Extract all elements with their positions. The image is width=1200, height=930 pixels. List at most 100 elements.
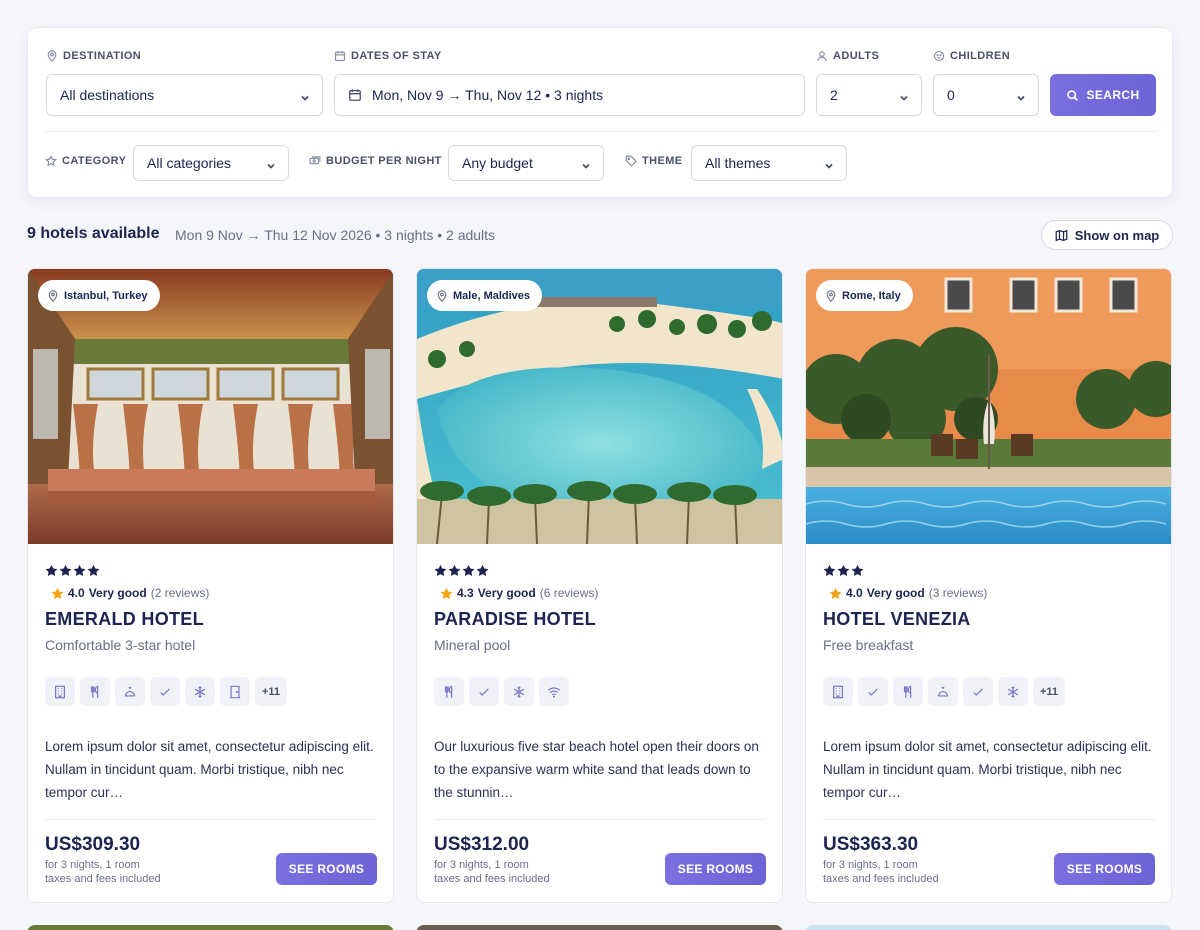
door-icon: [220, 677, 250, 706]
star-icon: [45, 564, 58, 577]
card-divider: [823, 819, 1154, 820]
hotel-name[interactable]: EMERALD HOTEL: [45, 609, 204, 630]
star-icon: [837, 564, 850, 577]
category-select[interactable]: All categories: [133, 145, 289, 181]
children-label: CHILDREN: [933, 50, 1010, 62]
chevron-down-icon: [581, 158, 591, 169]
hotel-description: Lorem ipsum dolor sit amet, consectetur …: [823, 739, 1152, 800]
more-amenities-badge[interactable]: +11: [255, 677, 287, 706]
children-select[interactable]: 0: [933, 74, 1039, 116]
hotel-card-emerald[interactable]: Istanbul, Turkey 4.0 Very good (2 reviews…: [27, 268, 394, 903]
destination-select[interactable]: All destinations: [46, 74, 323, 116]
hotel-card-venezia[interactable]: Rome, Italy 4.0 Very good (3 reviews) HOT…: [805, 268, 1172, 903]
location-pin-icon: [47, 290, 59, 302]
location-badge: Istanbul, Turkey: [38, 280, 160, 311]
check-icon: [963, 677, 993, 706]
chevron-down-icon: [300, 90, 310, 101]
hotel-price: US$312.00: [434, 834, 530, 855]
restaurant-icon: [434, 677, 464, 706]
hotel-card-paradise[interactable]: Male, Maldives 4.3 Very good (6 reviews) …: [416, 268, 783, 903]
hotel-rating: 4.0 Very good (2 reviews): [51, 586, 209, 600]
star-icon: [87, 564, 100, 577]
star-icon: [73, 564, 86, 577]
location-badge: Rome, Italy: [816, 280, 913, 311]
search-panel: DESTINATION All destinations DATES OF ST…: [27, 27, 1173, 198]
check-icon: [858, 677, 888, 706]
theme-label: THEME: [625, 155, 683, 167]
search-icon: [1067, 89, 1079, 101]
hotel-price: US$309.30: [45, 834, 141, 855]
amenity-list: +11: [823, 677, 1065, 706]
user-icon: [817, 51, 827, 61]
star-icon: [476, 564, 489, 577]
hotel-price: US$363.30: [823, 834, 919, 855]
see-rooms-button[interactable]: SEE ROOMS: [276, 853, 377, 885]
hotel-stars: [434, 564, 489, 577]
dates-input[interactable]: Mon, Nov 9 → Thu, Nov 12 • 3 nights: [334, 74, 805, 116]
see-rooms-button[interactable]: SEE ROOMS: [665, 853, 766, 885]
dates-label: DATES OF STAY: [334, 50, 442, 62]
amenity-list: [434, 677, 569, 706]
card-divider: [434, 819, 765, 820]
chevron-down-icon: [899, 90, 909, 101]
card-divider: [45, 819, 376, 820]
search-button[interactable]: SEARCH: [1050, 74, 1156, 116]
rating-star-icon: [51, 587, 64, 600]
hotel-rating: 4.3 Very good (6 reviews): [440, 586, 598, 600]
price-note: for 3 nights, 1 room taxes and fees incl…: [823, 859, 939, 885]
destination-label: DESTINATION: [46, 50, 141, 62]
star-icon: [434, 564, 447, 577]
hotel-description: Our luxurious five star beach hotel open…: [434, 739, 759, 800]
building-icon: [823, 677, 853, 706]
results-count: 9 hotels available: [27, 225, 160, 242]
adults-label: ADULTS: [816, 50, 879, 62]
category-label: CATEGORY: [45, 155, 126, 167]
star-outline-icon: [45, 155, 57, 167]
price-note: for 3 nights, 1 room taxes and fees incl…: [45, 859, 161, 885]
check-icon: [150, 677, 180, 706]
results-meta: Mon 9 Nov → Thu 12 Nov 2026 • 3 nights •…: [175, 227, 496, 243]
location-badge: Male, Maldives: [427, 280, 543, 311]
location-pin-icon: [825, 290, 837, 302]
hotel-subtitle: Comfortable 3-star hotel: [45, 637, 196, 653]
hotel-subtitle: Free breakfast: [823, 637, 914, 653]
hotel-name[interactable]: HOTEL VENEZIA: [823, 609, 971, 630]
budget-select[interactable]: Any budget: [448, 145, 604, 181]
hotel-stars: [823, 564, 864, 577]
budget-label: BUDGET PER NIGHT: [309, 155, 442, 167]
adults-select[interactable]: 2: [816, 74, 922, 116]
hotel-description: Lorem ipsum dolor sit amet, consectetur …: [45, 739, 374, 800]
price-note: for 3 nights, 1 room taxes and fees incl…: [434, 859, 550, 885]
theme-select[interactable]: All themes: [691, 145, 847, 181]
building-icon: [45, 677, 75, 706]
location-pin-icon: [47, 50, 57, 62]
hotel-rating: 4.0 Very good (3 reviews): [829, 586, 987, 600]
chevron-down-icon: [824, 158, 834, 169]
more-amenities-badge[interactable]: +11: [1033, 677, 1065, 706]
hotel-card-peek: [416, 925, 783, 930]
hotel-name[interactable]: PARADISE HOTEL: [434, 609, 596, 630]
calendar-icon: [348, 88, 362, 102]
map-icon: [1055, 229, 1068, 241]
hotel-card-peek: [27, 925, 394, 930]
amenity-list: +11: [45, 677, 287, 706]
star-icon: [462, 564, 475, 577]
star-icon: [851, 564, 864, 577]
location-pin-icon: [436, 290, 448, 302]
hotel-subtitle: Mineral pool: [434, 637, 511, 653]
rating-star-icon: [829, 587, 842, 600]
restaurant-icon: [80, 677, 110, 706]
wifi-icon: [539, 677, 569, 706]
rating-star-icon: [440, 587, 453, 600]
show-on-map-button[interactable]: Show on map: [1041, 220, 1173, 250]
chevron-down-icon: [1016, 90, 1026, 101]
check-icon: [469, 677, 499, 706]
calendar-icon: [334, 51, 346, 62]
hotel-stars: [45, 564, 100, 577]
restaurant-icon: [893, 677, 923, 706]
room-service-icon: [928, 677, 958, 706]
child-face-icon: [933, 50, 945, 62]
see-rooms-button[interactable]: SEE ROOMS: [1054, 853, 1155, 885]
hotel-card-peek: [805, 925, 1172, 930]
snowflake-icon: [504, 677, 534, 706]
